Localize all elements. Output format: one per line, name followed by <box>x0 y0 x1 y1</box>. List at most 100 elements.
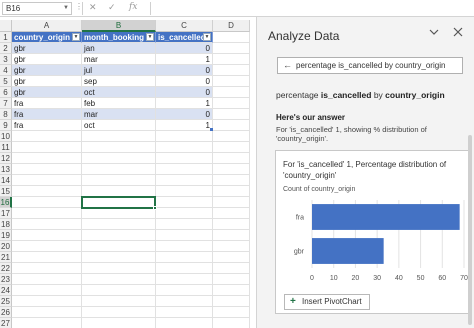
filter-dropdown-icon[interactable]: ▼ <box>203 33 211 41</box>
grid-cell-a19[interactable] <box>12 230 82 241</box>
grid-cell-c7[interactable]: 1 <box>156 98 213 109</box>
grid-cell-b19[interactable] <box>82 230 156 241</box>
grid-cell-a21[interactable] <box>12 252 82 263</box>
grid-cell-b24[interactable] <box>82 285 156 296</box>
grid-cell-a7[interactable]: fra <box>12 98 82 109</box>
column-header-a[interactable]: A <box>12 20 82 32</box>
chevron-down-icon[interactable]: ▼ <box>63 3 69 14</box>
grid-cell-a16[interactable] <box>12 197 82 208</box>
grid-cell-b14[interactable] <box>82 175 156 186</box>
grid-cell-b7[interactable]: feb <box>82 98 156 109</box>
grid-cell-c23[interactable] <box>156 274 213 285</box>
grid-cell-b17[interactable] <box>82 208 156 219</box>
grid-cell-c12[interactable] <box>156 153 213 164</box>
grid-cell-b22[interactable] <box>82 263 156 274</box>
row-header-5[interactable]: 5 <box>0 76 12 87</box>
grid-cell-d8[interactable] <box>213 109 250 120</box>
grid-cell-c17[interactable] <box>156 208 213 219</box>
grid-cell-d14[interactable] <box>213 175 250 186</box>
grid-cell-d26[interactable] <box>213 307 250 318</box>
row-header-24[interactable]: 24 <box>0 285 12 296</box>
search-input[interactable]: ← percentage is_cancelled by country_ori… <box>277 57 463 74</box>
grid-cell-c2[interactable]: 0 <box>156 43 213 54</box>
grid-cell-b13[interactable] <box>82 164 156 175</box>
grid-cell-c19[interactable] <box>156 230 213 241</box>
grid-cell-b9[interactable]: oct <box>82 120 156 131</box>
column-header-c[interactable]: C <box>156 20 213 32</box>
spreadsheet-grid[interactable]: A B C D 1 country_origin ▼ month_booking ▼ is_can… <box>0 20 250 328</box>
grid-cell-d9[interactable] <box>213 120 250 131</box>
row-header-23[interactable]: 23 <box>0 274 12 285</box>
grid-cell-a27[interactable] <box>12 318 82 328</box>
grid-cell-c22[interactable] <box>156 263 213 274</box>
grid-cell-b4[interactable]: jul <box>82 65 156 76</box>
grid-cell-a26[interactable] <box>12 307 82 318</box>
grid-cell-b26[interactable] <box>82 307 156 318</box>
grid-cell-a1[interactable]: country_origin ▼ <box>12 32 82 43</box>
formula-input[interactable] <box>150 2 474 15</box>
grid-cell-b20[interactable] <box>82 241 156 252</box>
grid-cell-c26[interactable] <box>156 307 213 318</box>
grid-cell-d18[interactable] <box>213 219 250 230</box>
grid-cell-a23[interactable] <box>12 274 82 285</box>
grid-cell-d7[interactable] <box>213 98 250 109</box>
grid-cell-a17[interactable] <box>12 208 82 219</box>
grid-cell-a10[interactable] <box>12 131 82 142</box>
grid-cell-a25[interactable] <box>12 296 82 307</box>
grid-cell-a20[interactable] <box>12 241 82 252</box>
row-header-27[interactable]: 27 <box>0 318 12 328</box>
grid-cell-d24[interactable] <box>213 285 250 296</box>
grid-cell-d23[interactable] <box>213 274 250 285</box>
grid-cell-b1[interactable]: month_booking ▼ <box>82 32 156 43</box>
grid-cell-d5[interactable] <box>213 76 250 87</box>
row-header-7[interactable]: 7 <box>0 98 12 109</box>
grid-cell-b5[interactable]: sep <box>82 76 156 87</box>
row-header-25[interactable]: 25 <box>0 296 12 307</box>
row-header-3[interactable]: 3 <box>0 54 12 65</box>
cancel-icon[interactable]: ✕ <box>89 2 97 13</box>
grid-cell-c3[interactable]: 1 <box>156 54 213 65</box>
row-header-19[interactable]: 19 <box>0 230 12 241</box>
row-header-11[interactable]: 11 <box>0 142 12 153</box>
grid-cell-a24[interactable] <box>12 285 82 296</box>
grid-cell-c8[interactable]: 0 <box>156 109 213 120</box>
row-header-17[interactable]: 17 <box>0 208 12 219</box>
grid-cell-c20[interactable] <box>156 241 213 252</box>
grid-cell-a2[interactable]: gbr <box>12 43 82 54</box>
row-header-14[interactable]: 14 <box>0 175 12 186</box>
row-header-6[interactable]: 6 <box>0 87 12 98</box>
grid-cell-d1[interactable] <box>213 32 250 43</box>
grid-cell-b25[interactable] <box>82 296 156 307</box>
row-header-22[interactable]: 22 <box>0 263 12 274</box>
grid-cell-d27[interactable] <box>213 318 250 328</box>
grid-cell-b21[interactable] <box>82 252 156 263</box>
close-icon[interactable] <box>453 27 463 40</box>
row-header-10[interactable]: 10 <box>0 131 12 142</box>
grid-cell-d16[interactable] <box>213 197 250 208</box>
enter-icon[interactable]: ✓ <box>108 2 116 13</box>
grid-cell-c13[interactable] <box>156 164 213 175</box>
chevron-down-icon[interactable] <box>429 27 439 40</box>
row-header-8[interactable]: 8 <box>0 109 12 120</box>
grid-cell-d13[interactable] <box>213 164 250 175</box>
grid-cell-c9[interactable]: 1 <box>156 120 213 131</box>
row-header-13[interactable]: 13 <box>0 164 12 175</box>
filter-dropdown-icon[interactable]: ▼ <box>146 33 154 41</box>
grid-cell-a18[interactable] <box>12 219 82 230</box>
row-header-21[interactable]: 21 <box>0 252 12 263</box>
grid-cell-c27[interactable] <box>156 318 213 328</box>
grid-cell-d10[interactable] <box>213 131 250 142</box>
grid-cell-c16[interactable] <box>156 197 213 208</box>
grid-cell-b2[interactable]: jan <box>82 43 156 54</box>
row-header-16[interactable]: 16 <box>0 197 12 208</box>
select-all-corner[interactable] <box>0 20 12 32</box>
grid-cell-a9[interactable]: fra <box>12 120 82 131</box>
grid-cell-a15[interactable] <box>12 186 82 197</box>
insert-function-icon[interactable]: fx <box>129 2 137 12</box>
grid-cell-d19[interactable] <box>213 230 250 241</box>
grid-cell-d22[interactable] <box>213 263 250 274</box>
grid-cell-d25[interactable] <box>213 296 250 307</box>
grid-cell-d12[interactable] <box>213 153 250 164</box>
back-arrow-icon[interactable]: ← <box>283 58 292 73</box>
grid-cell-d6[interactable] <box>213 87 250 98</box>
